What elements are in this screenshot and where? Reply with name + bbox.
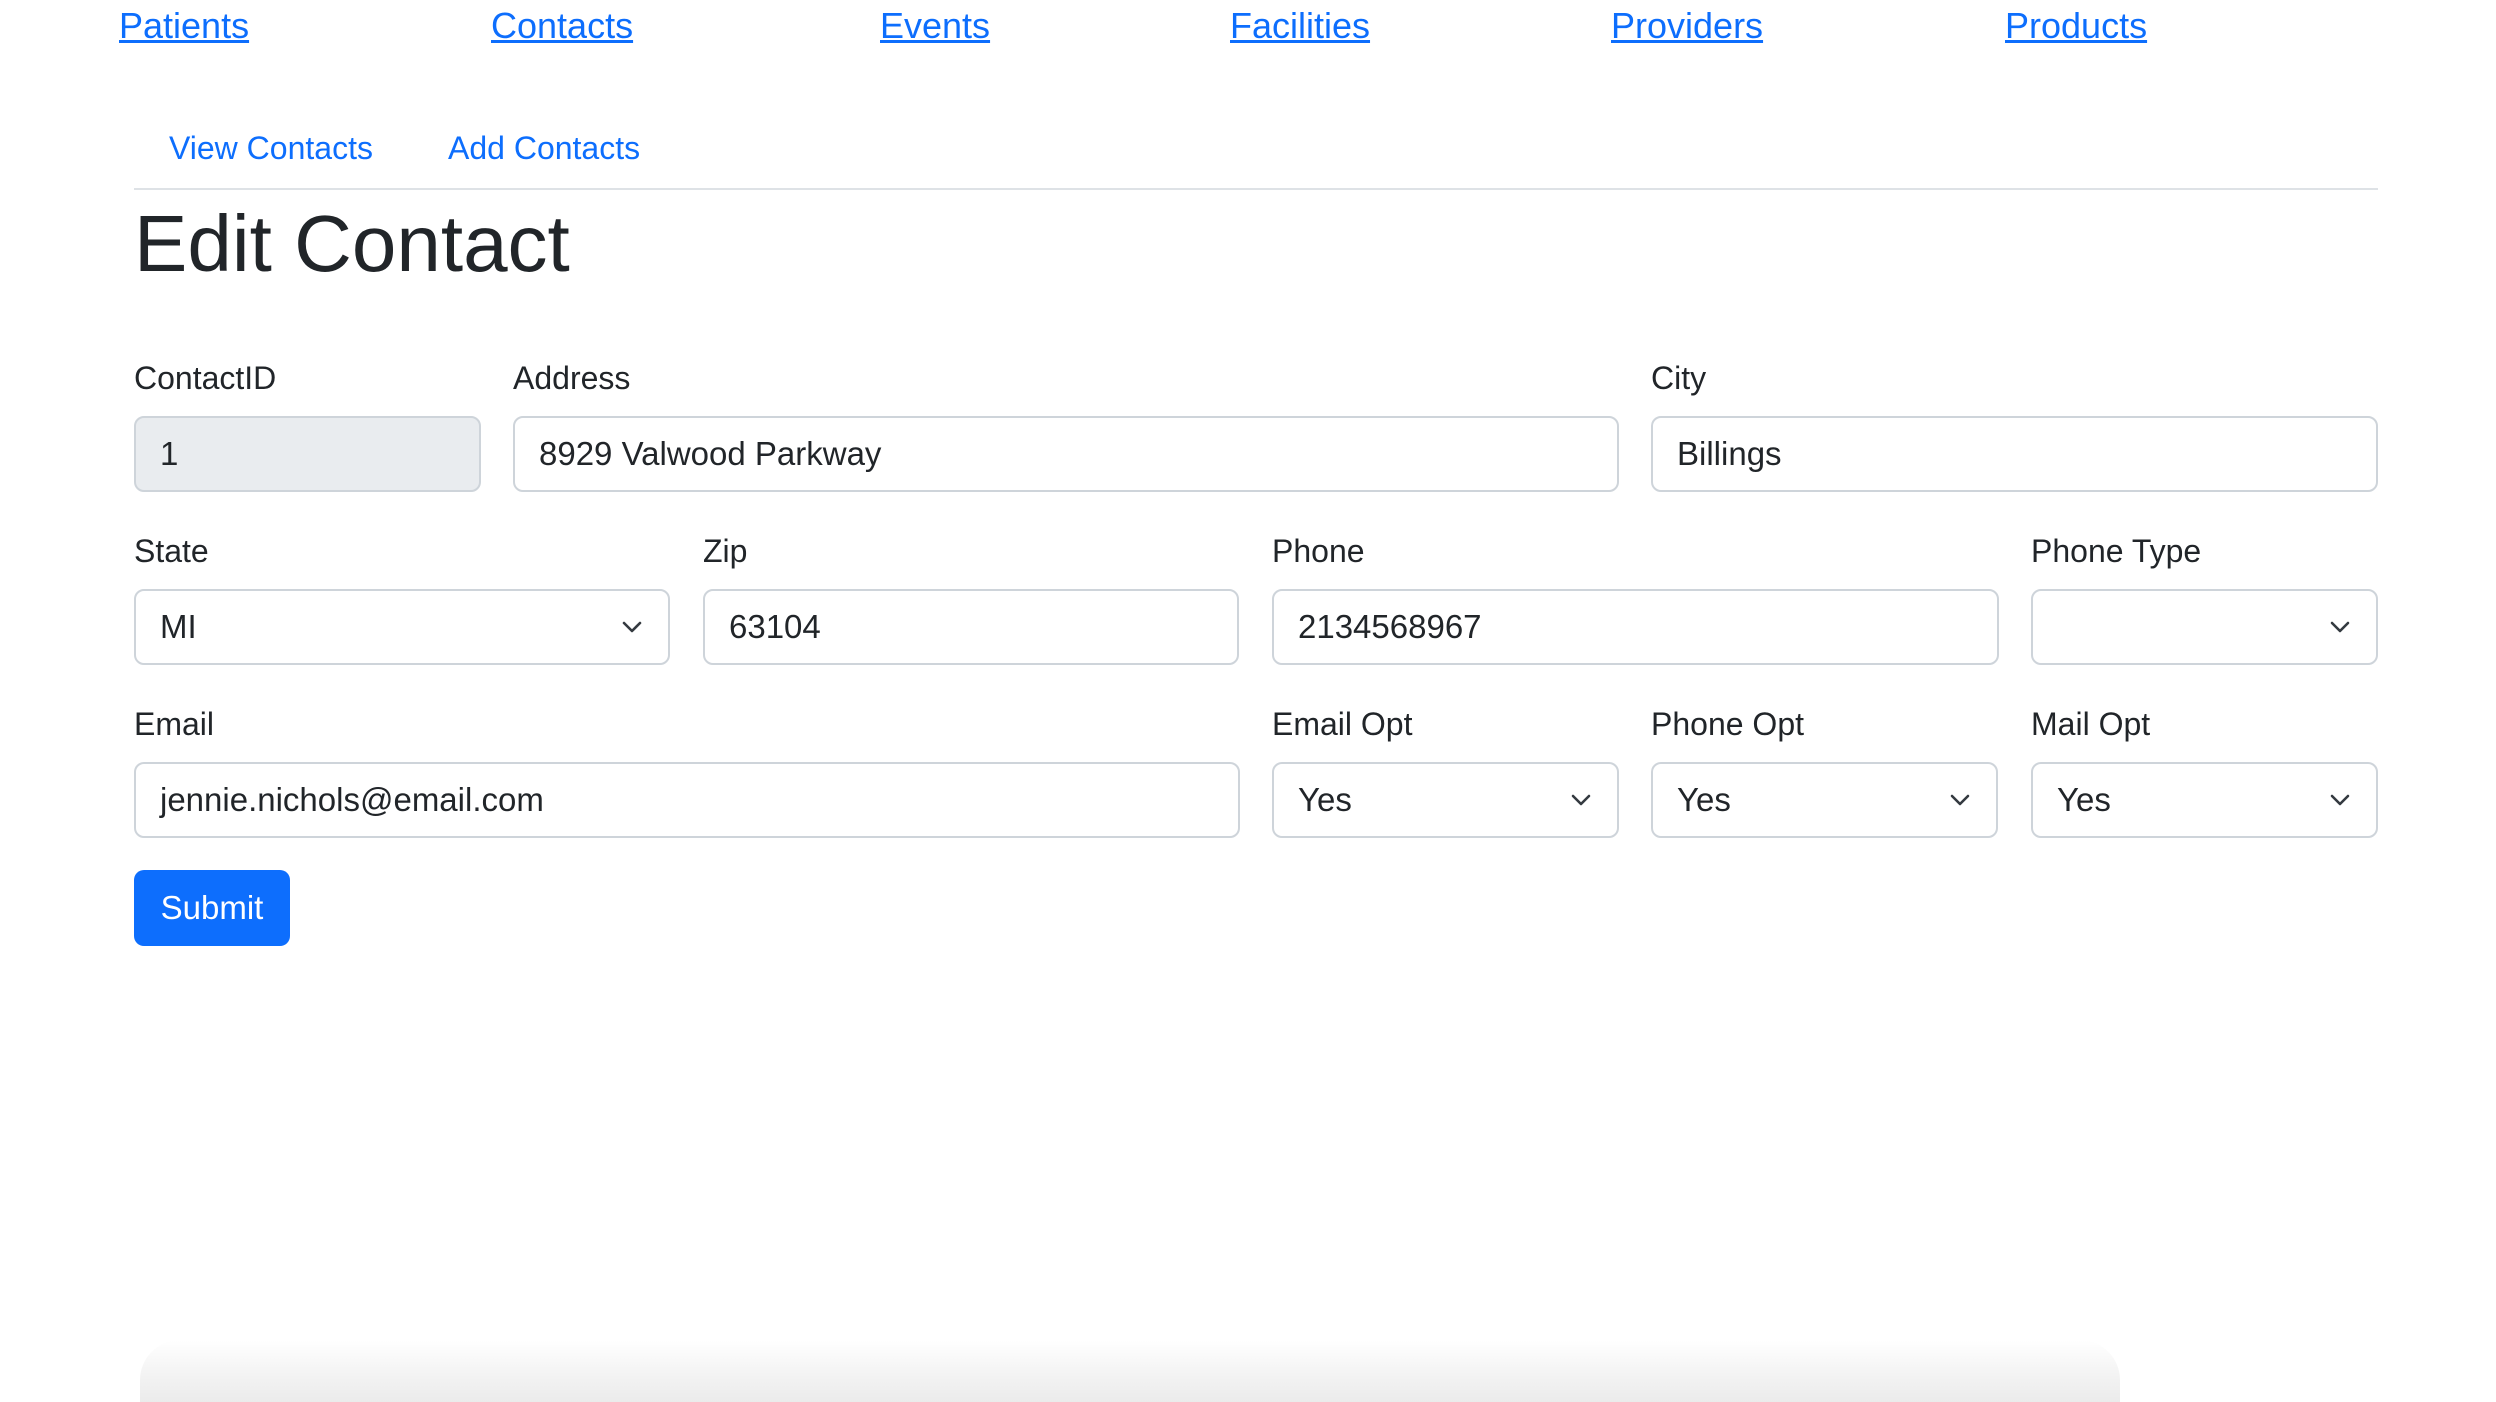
email-input[interactable]: jennie.nichols@email.com — [134, 762, 1240, 838]
bottom-shadow — [140, 1340, 2120, 1402]
nav-link-contacts[interactable]: Contacts — [491, 4, 633, 48]
nav-link-events[interactable]: Events — [880, 4, 990, 48]
state-value: MI — [160, 608, 197, 645]
nav-link-facilities[interactable]: Facilities — [1230, 4, 1370, 48]
phone-input[interactable]: 2134568967 — [1272, 589, 1999, 665]
contact-id-label: ContactID — [134, 360, 277, 396]
nav-link-products[interactable]: Products — [2005, 4, 2147, 48]
tab-view-contacts[interactable]: View Contacts — [169, 126, 373, 170]
phone-opt-value: Yes — [1677, 781, 1731, 818]
email-opt-value: Yes — [1298, 781, 1352, 818]
address-label: Address — [513, 360, 631, 396]
phone-opt-label: Phone Opt — [1651, 706, 1804, 742]
email-label: Email — [134, 706, 215, 742]
address-value: 8929 Valwood Parkway — [539, 435, 882, 472]
contact-id-value: 1 — [160, 435, 179, 472]
phone-type-select[interactable] — [2031, 589, 2378, 665]
submit-button[interactable]: Submit — [134, 870, 290, 946]
mail-opt-label: Mail Opt — [2031, 706, 2151, 742]
phone-label: Phone — [1272, 533, 1365, 569]
chevron-down-icon — [1571, 794, 1591, 806]
email-opt-select[interactable]: Yes — [1272, 762, 1619, 838]
tab-add-contacts[interactable]: Add Contacts — [448, 126, 640, 170]
chevron-down-icon — [1950, 794, 1970, 806]
contact-id-field: 1 — [134, 416, 481, 492]
nav-link-patients[interactable]: Patients — [119, 4, 249, 48]
contacts-subnav: View Contacts Add Contacts — [134, 122, 2378, 190]
page-title: Edit Contact — [134, 199, 570, 288]
chevron-down-icon — [622, 621, 642, 633]
city-label: City — [1651, 360, 1707, 396]
mail-opt-value: Yes — [2057, 781, 2111, 818]
state-label: State — [134, 533, 209, 569]
zip-input[interactable]: 63104 — [703, 589, 1239, 665]
chevron-down-icon — [2330, 621, 2350, 633]
zip-label: Zip — [703, 533, 748, 569]
phone-value: 2134568967 — [1298, 608, 1482, 645]
phone-type-label: Phone Type — [2031, 533, 2202, 569]
state-select[interactable]: MI — [134, 589, 670, 665]
mail-opt-select[interactable]: Yes — [2031, 762, 2378, 838]
zip-value: 63104 — [729, 608, 821, 645]
address-input[interactable]: 8929 Valwood Parkway — [513, 416, 1619, 492]
city-value: Billings — [1677, 435, 1782, 472]
email-value: jennie.nichols@email.com — [160, 781, 544, 818]
nav-link-providers[interactable]: Providers — [1611, 4, 1763, 48]
city-input[interactable]: Billings — [1651, 416, 2378, 492]
chevron-down-icon — [2330, 794, 2350, 806]
email-opt-label: Email Opt — [1272, 706, 1413, 742]
edit-contact-page: Patients Contacts Events Facilities Prov… — [0, 0, 2496, 1402]
phone-opt-select[interactable]: Yes — [1651, 762, 1998, 838]
